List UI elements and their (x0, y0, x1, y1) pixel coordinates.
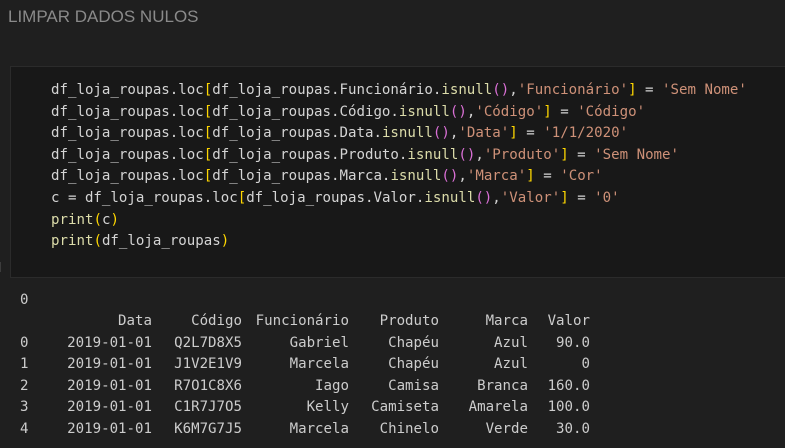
code-line: c = df_loja_roupas.loc[df_loja_roupas.Va… (51, 189, 620, 206)
cell-valor: 160.0 (547, 377, 590, 394)
cell-output: 0 (20, 290, 29, 312)
code-line: print(df_loja_roupas) (51, 233, 230, 250)
cell-marca: Verde (485, 420, 528, 437)
cell-marca: Azul (494, 334, 528, 351)
cell-valor: 100.0 (547, 399, 590, 416)
cell-collapse-handle[interactable] (0, 262, 4, 272)
cell-produto: Chapéu (388, 356, 439, 373)
row-index: 4 (20, 420, 29, 437)
cell-data: 2019-01-01 (67, 334, 152, 351)
code-line: df_loja_roupas.loc[df_loja_roupas.Funcio… (51, 82, 747, 98)
code-cell[interactable]: df_loja_roupas.loc[df_loja_roupas.Funcio… (10, 66, 785, 278)
cell-data: 2019-01-01 (67, 377, 152, 394)
cell-marca: Branca (477, 377, 528, 394)
code-line: df_loja_roupas.loc[df_loja_roupas.Produt… (51, 146, 680, 163)
cell-data: 2019-01-01 (67, 399, 152, 416)
cell-funcionario: Marcela (289, 420, 349, 437)
cell-produto: Chapéu (388, 334, 439, 351)
table-row: 3 2019-01-01 C1R7J7O5 Kelly Camiseta Ama… (20, 397, 590, 419)
cell-data: 2019-01-01 (67, 420, 152, 437)
code-line: df_loja_roupas.loc[df_loja_roupas.Marca.… (51, 168, 603, 185)
dataframe-header-row: Data Código Funcionário Produto Marca Va… (20, 311, 590, 333)
code-line: print(c) (51, 211, 119, 228)
code-line: df_loja_roupas.loc[df_loja_roupas.Data.i… (51, 125, 629, 142)
cell-data: 2019-01-01 (67, 356, 152, 373)
cell-funcionario: Iago (315, 377, 349, 394)
row-index: 1 (20, 356, 29, 373)
cell-codigo: K6M7G7J5 (174, 420, 242, 437)
column-header-valor: Valor (547, 313, 590, 329)
column-header-marca: Marca (485, 313, 528, 329)
markdown-heading: LIMPAR DADOS NULOS (8, 7, 199, 26)
cell-valor: 0 (581, 356, 591, 373)
table-row: 1 2019-01-01 J1V2E1V9 Marcela Chapéu Azu… (20, 354, 590, 376)
cell-valor: 90.0 (556, 334, 590, 351)
table-row: 0 2019-01-01 Q2L7D8X5 Gabriel Chapéu Azu… (20, 333, 590, 355)
cell-funcionario: Kelly (306, 399, 349, 416)
column-header-data: Data (118, 313, 152, 329)
table-row: 4 2019-01-01 K6M7G7J5 Marcela Chinelo Ve… (20, 419, 590, 441)
cell-funcionario: Gabriel (289, 334, 349, 351)
cell-codigo: J1V2E1V9 (174, 356, 242, 373)
cell-produto: Chinelo (379, 420, 439, 437)
cell-codigo: C1R7J7O5 (174, 399, 242, 416)
row-index: 3 (20, 399, 29, 416)
index-header (20, 311, 54, 333)
cell-produto: Camiseta (371, 399, 439, 416)
dataframe-output: Data Código Funcionário Produto Marca Va… (20, 311, 590, 441)
cell-produto: Camisa (388, 377, 439, 394)
code-editor[interactable]: df_loja_roupas.loc[df_loja_roupas.Funcio… (51, 80, 747, 253)
row-index: 2 (20, 377, 29, 394)
table-row: 2 2019-01-01 R7O1C8X6 Iago Camisa Branca… (20, 376, 590, 398)
row-index: 0 (20, 334, 29, 351)
cell-valor: 30.0 (556, 420, 590, 437)
column-header-produto: Produto (379, 313, 439, 329)
cell-codigo: Q2L7D8X5 (174, 334, 242, 351)
cell-funcionario: Marcela (289, 356, 349, 373)
cell-marca: Amarela (468, 399, 528, 416)
output-print-c: 0 (20, 292, 29, 308)
cell-codigo: R7O1C8X6 (174, 377, 242, 394)
code-line: df_loja_roupas.loc[df_loja_roupas.Código… (51, 103, 646, 120)
column-header-codigo: Código (191, 313, 242, 329)
cell-marca: Azul (494, 356, 528, 373)
column-header-funcionario: Funcionário (255, 313, 349, 329)
